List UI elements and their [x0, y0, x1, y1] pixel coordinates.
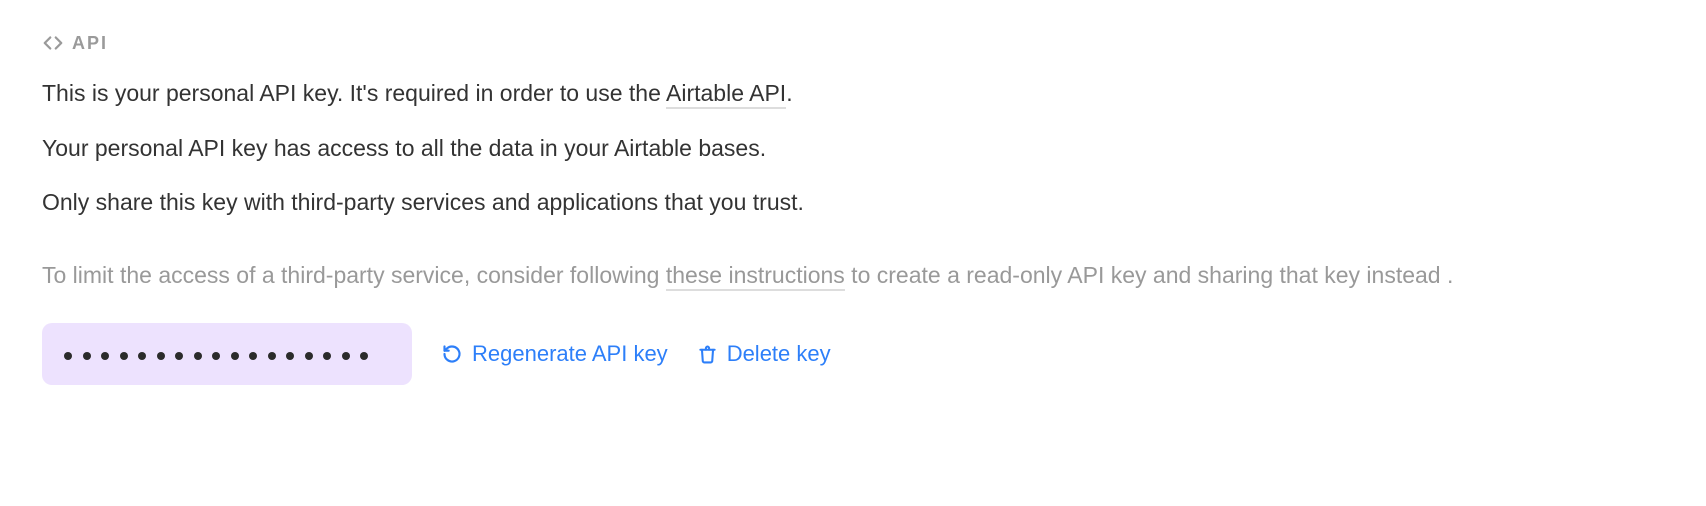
description-muted: To limit the access of a third-party ser…	[42, 258, 1662, 294]
description-line-3: Only share this key with third-party ser…	[42, 185, 1664, 220]
description-muted-text: To limit the access of a third-party ser…	[42, 262, 666, 288]
trash-icon	[698, 345, 717, 364]
description-line-1: This is your personal API key. It's requ…	[42, 76, 1664, 111]
api-key-field[interactable]	[42, 323, 412, 385]
section-header: API	[42, 32, 1664, 54]
api-key-masked	[64, 352, 368, 360]
description-muted-text: to create a read-only API key and sharin…	[845, 262, 1454, 288]
refresh-icon	[442, 344, 462, 364]
instructions-link[interactable]: these instructions	[666, 262, 845, 291]
section-title: API	[72, 33, 108, 54]
regenerate-key-label: Regenerate API key	[472, 341, 668, 367]
delete-key-button[interactable]: Delete key	[698, 341, 831, 367]
airtable-api-link[interactable]: Airtable API	[666, 80, 786, 109]
regenerate-key-button[interactable]: Regenerate API key	[442, 341, 668, 367]
delete-key-label: Delete key	[727, 341, 831, 367]
api-key-row: Regenerate API key Delete key	[42, 323, 1664, 385]
description-text: This is your personal API key. It's requ…	[42, 80, 666, 106]
description-line-2: Your personal API key has access to all …	[42, 131, 1664, 166]
description-text: .	[786, 80, 792, 106]
code-icon	[42, 32, 64, 54]
